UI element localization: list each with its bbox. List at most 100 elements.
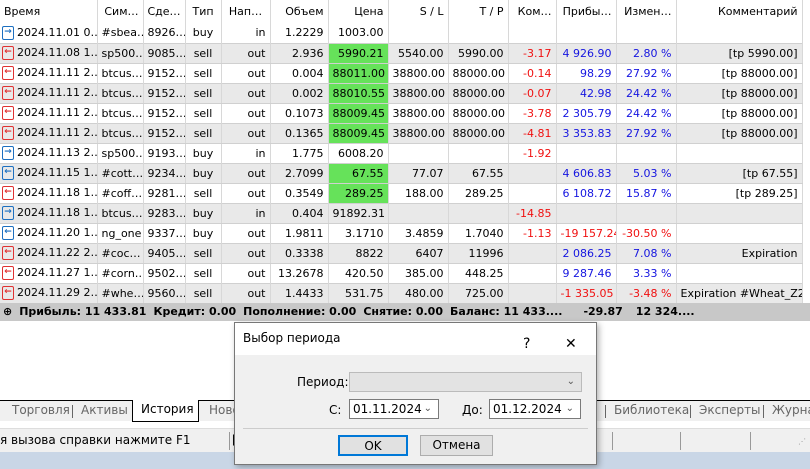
column-header[interactable]: Измен… — [616, 0, 677, 23]
cell-comm: -3.17 — [508, 42, 557, 64]
to-date-picker[interactable]: 01.12.2024 ⌄ — [489, 399, 581, 419]
cell-time: → 2024.11.18 1… — [0, 202, 98, 224]
cell-comment: Expiration #Wheat_Z24 — [676, 282, 803, 304]
cell-price: 88009.45 — [328, 103, 389, 123]
cell-volume: 0.3338 — [270, 242, 329, 264]
tab-history[interactable]: История — [132, 400, 199, 422]
summary-credit: Кредит: 0.00 — [153, 305, 237, 318]
column-header[interactable]: Нап… — [221, 0, 271, 23]
ok-button[interactable]: OK — [338, 435, 408, 456]
table-row[interactable]: ← 2024.11.11 2… btcus… 9152… sell out 0.002 880… — [0, 82, 803, 104]
cell-symbol: btcus… — [97, 202, 144, 224]
cell-change — [616, 143, 677, 163]
tab-library[interactable]: Библиотека — [606, 401, 697, 422]
cell-dir: in — [221, 143, 271, 163]
cell-symbol: #sbea… — [97, 23, 144, 43]
cell-comm — [508, 282, 557, 304]
table-row[interactable]: →2024.11.01 0…#sbea…8926…buyin1.22291003… — [0, 23, 803, 43]
cell-volume: 0.1073 — [270, 103, 329, 123]
cell-comm — [508, 162, 557, 184]
table-row[interactable]: ← 2024.11.20 1… ng_one 9337… buy out 1.9811 3.1… — [0, 223, 803, 243]
column-header[interactable]: Объем — [270, 0, 329, 23]
column-header[interactable]: Тип — [185, 0, 222, 23]
tab-experts[interactable]: Эксперты — [691, 401, 769, 422]
help-button[interactable]: ? — [523, 329, 530, 359]
cell-change: 3.33 % — [616, 263, 677, 283]
cell-change: 5.03 % — [616, 162, 677, 184]
cell-deal: 9152… — [143, 82, 186, 104]
cell-price: 6008.20 — [328, 143, 389, 163]
cell-tp: 1.7040 — [448, 223, 509, 243]
close-button[interactable]: ✕ — [565, 329, 577, 359]
column-header[interactable]: T / P — [448, 0, 509, 23]
table-row[interactable]: ← 2024.11.29 2… #whe… 9560… sell out 1.4433 531… — [0, 282, 803, 304]
table-row[interactable]: → 2024.11.18 1… btcus… 9283… buy in 0.404 91892… — [0, 202, 803, 224]
cell-deal: 9560… — [143, 282, 186, 304]
cell-profit — [556, 23, 617, 43]
cell-comment: [tp 88000.00] — [676, 82, 803, 104]
sell-out-icon: ← — [2, 86, 14, 100]
cell-price: 88011.00 — [328, 63, 389, 83]
cell-profit — [556, 143, 617, 163]
summary-total: 12 324.... — [635, 305, 695, 318]
table-row[interactable]: ← 2024.11.11 2… btcus… 9152… sell out 0.1073 88… — [0, 103, 803, 123]
cell-price: 91892.31 — [328, 202, 389, 224]
tab-assets[interactable]: Активы — [73, 401, 136, 422]
cell-type: sell — [185, 183, 222, 203]
table-row[interactable]: ← 2024.11.08 1… sp500… 9085… sell out 2.936 599… — [0, 42, 803, 64]
cell-type: sell — [185, 263, 222, 283]
sell-out-icon: ← — [2, 246, 14, 260]
column-header[interactable]: S / L — [388, 0, 449, 23]
buy-out-icon: ← — [2, 226, 14, 240]
cell-deal: 9193… — [143, 143, 186, 163]
column-header[interactable]: Сде… — [143, 0, 186, 23]
cell-time: ← 2024.11.27 1… — [0, 263, 98, 283]
table-row[interactable]: ← 2024.11.11 2… btcus… 9152… sell out 0.1365 88… — [0, 122, 803, 144]
cancel-button[interactable]: Отмена — [420, 435, 493, 456]
resize-grip-icon[interactable]: ⋰ — [798, 431, 806, 453]
cell-dir: out — [221, 183, 271, 203]
table-row[interactable]: ← 2024.11.15 1… #cott… 9234… buy out 2.7099 67.… — [0, 162, 803, 184]
cell-tp: 88000.00 — [448, 82, 509, 104]
table-row[interactable]: ← 2024.11.11 2… btcus… 9152… sell out 0.004 880… — [0, 63, 803, 83]
sell-out-icon: ← — [2, 66, 14, 80]
column-header[interactable]: Прибы… — [556, 0, 617, 23]
cell-time: ← 2024.11.11 2… — [0, 122, 98, 144]
cell-change — [616, 23, 677, 43]
cell-comment: [tp 88000.00] — [676, 63, 803, 83]
expand-icon[interactable]: ⊕ — [3, 305, 12, 318]
cell-type: sell — [185, 242, 222, 264]
table-row[interactable]: ← 2024.11.22 2… #coc… 9405… sell out 0.3338 882… — [0, 242, 803, 264]
cell-sl: 6407 — [388, 242, 449, 264]
cell-time: ← 2024.11.18 1… — [0, 183, 98, 203]
column-header[interactable]: Сим… — [97, 0, 144, 23]
cell-deal: 9085… — [143, 42, 186, 64]
cell-comment: Expiration — [676, 242, 803, 264]
cell-time: → 2024.11.13 2… — [0, 143, 98, 163]
cell-profit: 3 353.83 — [556, 122, 617, 144]
column-header[interactable]: Ком… — [508, 0, 557, 23]
cell-price: 420.50 — [328, 263, 389, 283]
cell-comment — [676, 23, 803, 43]
table-row[interactable]: ← 2024.11.18 1… #coff… 9281… sell out 0.3549 28… — [0, 183, 803, 203]
cell-tp: 67.55 — [448, 162, 509, 184]
table-row[interactable]: ← 2024.11.27 1… #corn… 9502… sell out 13.2678 4… — [0, 263, 803, 283]
column-header[interactable]: Время — [0, 0, 98, 23]
summary-profit: Прибыль: 11 433.81 — [19, 305, 147, 318]
cell-comm — [508, 263, 557, 283]
period-select[interactable]: ⌄ — [349, 372, 582, 392]
summary-commission: -29.87 — [583, 305, 623, 318]
cell-tp: 11996 — [448, 242, 509, 264]
deal-in-icon: → — [2, 25, 14, 40]
table-row[interactable]: → 2024.11.13 2… sp500… 9193… buy in 1.775 6008.… — [0, 143, 803, 163]
column-header[interactable]: Комментарий — [676, 0, 803, 23]
column-header[interactable]: Цена — [328, 0, 389, 23]
tab-journal[interactable]: Журна — [764, 401, 810, 422]
cell-sl: 38800.00 — [388, 82, 449, 104]
from-date-picker[interactable]: 01.11.2024 ⌄ — [349, 399, 439, 419]
cell-volume: 0.002 — [270, 82, 329, 104]
cell-profit: 6 108.72 — [556, 183, 617, 203]
cell-symbol: btcus… — [97, 63, 144, 83]
tab-trade[interactable]: Торговля — [4, 401, 78, 422]
cell-tp: 88000.00 — [448, 63, 509, 83]
